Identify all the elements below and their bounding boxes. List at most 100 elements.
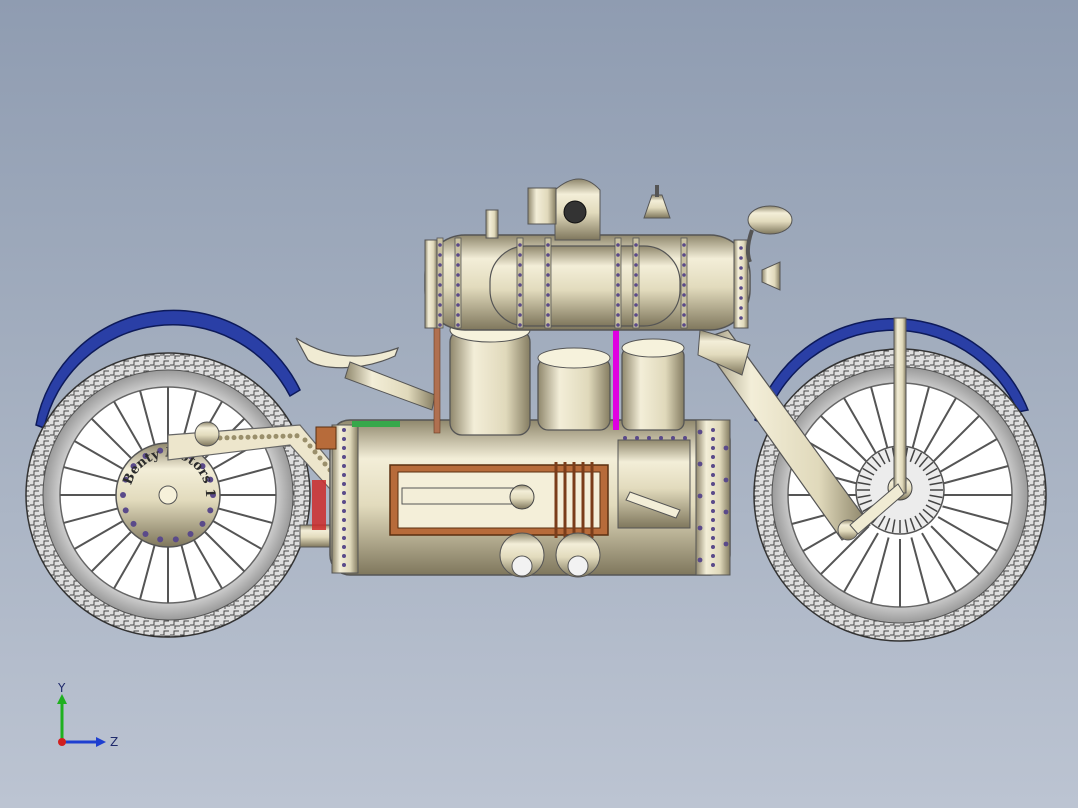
rivet	[682, 323, 686, 327]
rivet	[697, 461, 703, 467]
rivet	[616, 273, 620, 277]
coordinate-triad: Y Z	[57, 681, 118, 749]
rivet	[518, 303, 522, 307]
rivet	[682, 273, 686, 277]
rivet	[342, 437, 346, 441]
swingarm-hole	[317, 455, 323, 461]
rivet	[697, 429, 703, 435]
rivet	[438, 303, 442, 307]
y-axis-head	[57, 694, 67, 704]
rivet	[739, 306, 743, 310]
whistle-stem	[655, 185, 659, 197]
rivet	[456, 243, 460, 247]
rivet	[546, 313, 550, 317]
rivet	[711, 536, 715, 540]
rivet	[616, 283, 620, 287]
rivet	[671, 436, 675, 440]
swingarm-hole	[322, 461, 328, 467]
red-chain-guard	[312, 480, 326, 530]
rivet	[518, 323, 522, 327]
rivet	[634, 303, 638, 307]
rivet	[342, 554, 346, 558]
y-axis-label: Y	[57, 681, 66, 695]
rivet	[723, 445, 729, 451]
rivet	[711, 446, 715, 450]
rivet	[518, 293, 522, 297]
rivet	[711, 455, 715, 459]
rivet	[711, 554, 715, 558]
rivet	[711, 500, 715, 504]
piston-rod	[401, 487, 523, 505]
rivet	[682, 253, 686, 257]
rivet	[456, 303, 460, 307]
rear-wheel: Benty Motors 1882	[0, 0, 311, 638]
cad-viewport[interactable]: Benty Motors 1882	[0, 0, 1078, 808]
whistle	[643, 194, 671, 219]
hub-bolt	[122, 507, 129, 514]
rivet	[438, 293, 442, 297]
magenta-pipe	[613, 318, 619, 430]
rivet	[682, 313, 686, 317]
rivet	[711, 527, 715, 531]
rivet	[634, 323, 638, 327]
swingarm-hole	[259, 434, 265, 440]
rivet	[711, 545, 715, 549]
swingarm-hole	[245, 434, 251, 440]
rivet	[659, 436, 663, 440]
rivet	[546, 263, 550, 267]
rivet	[518, 243, 522, 247]
rivet	[634, 293, 638, 297]
rivet	[682, 303, 686, 307]
upper-tank	[424, 178, 793, 331]
hub-bolt	[187, 530, 194, 537]
rivet	[739, 266, 743, 270]
rivet	[518, 313, 522, 317]
flywheel	[509, 484, 535, 510]
rivet	[342, 473, 346, 477]
rivet	[697, 525, 703, 531]
hub-bolt	[120, 492, 126, 498]
rivet	[739, 296, 743, 300]
swingarm-hole	[312, 449, 318, 455]
rivet	[456, 323, 460, 327]
rivet	[342, 491, 346, 495]
swingarm-hole	[273, 433, 279, 439]
rivet	[342, 455, 346, 459]
tank-endcap-front	[733, 239, 749, 329]
rivet	[682, 283, 686, 287]
rivet	[634, 253, 638, 257]
rivet	[342, 527, 346, 531]
rivet	[616, 323, 620, 327]
rivet	[546, 283, 550, 287]
fork-upright	[893, 317, 907, 494]
rivet	[438, 243, 442, 247]
inspection-panel	[617, 439, 691, 529]
rivet	[697, 493, 703, 499]
rivet	[634, 263, 638, 267]
rivet	[438, 323, 442, 327]
rivet	[438, 313, 442, 317]
rivet	[518, 283, 522, 287]
rivet	[342, 536, 346, 540]
rivet	[342, 464, 346, 468]
cylinder-3	[621, 347, 685, 431]
rivet	[456, 273, 460, 277]
rivet	[438, 273, 442, 277]
rivet	[342, 545, 346, 549]
rivet	[711, 563, 715, 567]
rivet	[647, 436, 651, 440]
rivet	[456, 293, 460, 297]
swingarm-hole	[287, 433, 293, 439]
cylinder-1	[449, 329, 531, 436]
x-axis-dot	[58, 738, 66, 746]
headlamp-stem	[745, 229, 754, 263]
rivet	[546, 303, 550, 307]
rivet	[518, 263, 522, 267]
swingarm-hole	[224, 435, 230, 441]
rivet	[456, 263, 460, 267]
rivet	[438, 253, 442, 257]
rivet	[634, 283, 638, 287]
rivet	[634, 313, 638, 317]
rivet	[546, 273, 550, 277]
swingarm-hole	[294, 433, 300, 439]
